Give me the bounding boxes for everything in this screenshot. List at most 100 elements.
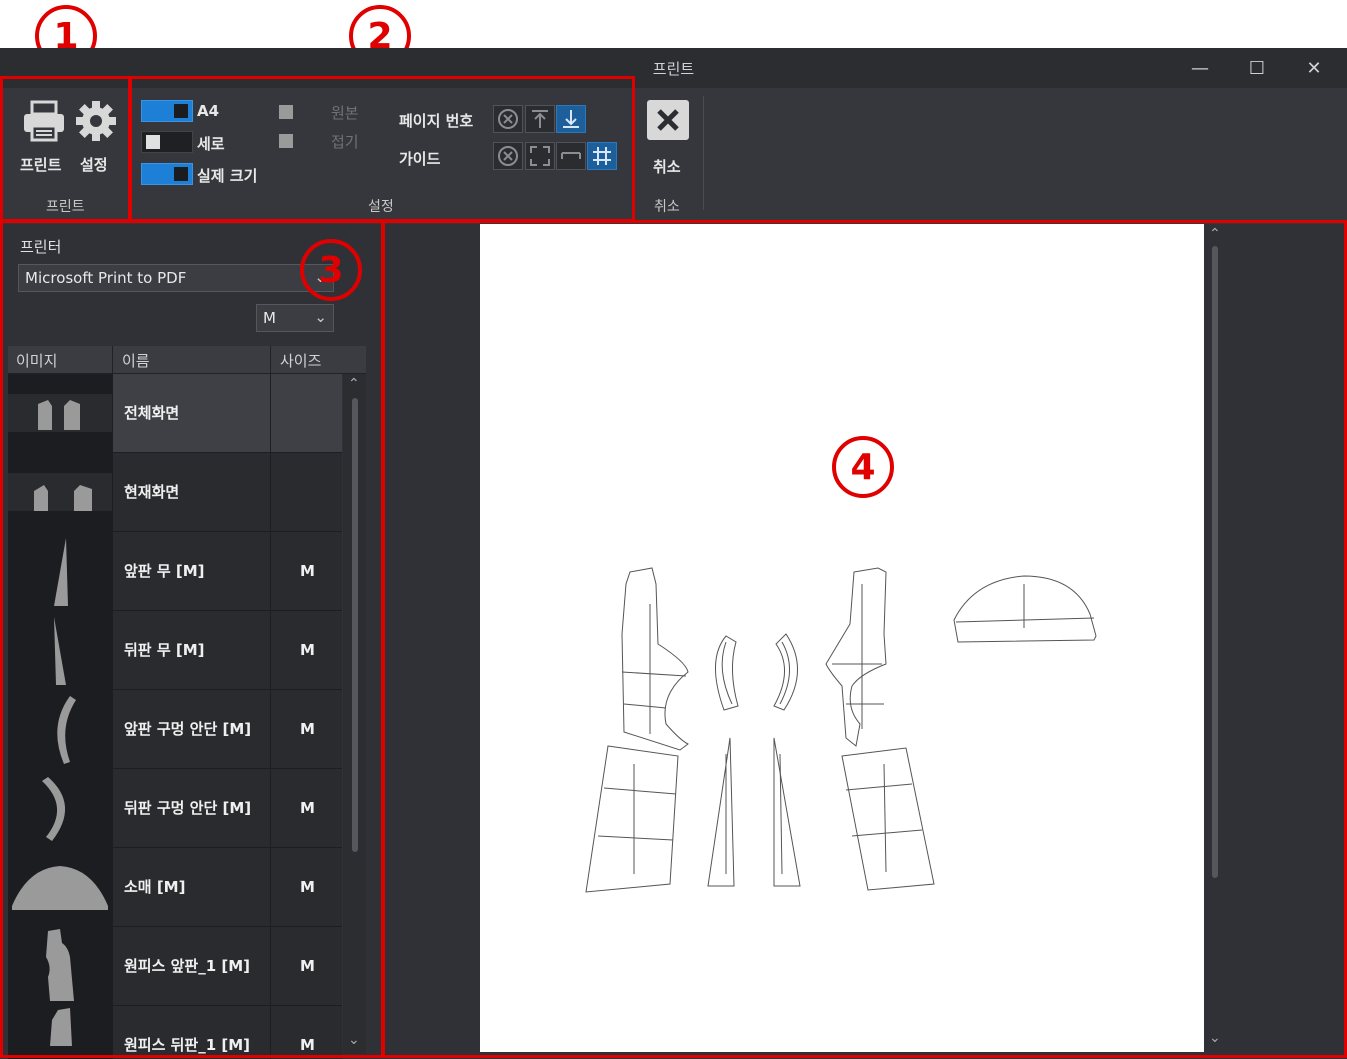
print-window: 프린트 — ☐ ✕ 프린트 설정 프린트 A4 세로 실제 크기 원본 접기 페… xyxy=(0,48,1347,1059)
row-name: 소매 [M] xyxy=(124,878,186,896)
guide-line-button[interactable] xyxy=(556,142,586,170)
guide-label: 가이드 xyxy=(399,150,441,168)
print-button[interactable]: 프린트 xyxy=(18,98,70,174)
guide-corners-button[interactable] xyxy=(525,142,555,170)
print-label: 프린트 xyxy=(20,156,62,174)
preview-page xyxy=(480,224,1204,1052)
row-size: M xyxy=(300,641,315,659)
callout-3: 3 xyxy=(300,239,362,301)
list-scrollbar[interactable]: ⌃ ⌄ xyxy=(343,374,366,1054)
corner-marks-icon xyxy=(530,146,550,166)
row-name: 원피스 뒤판_1 [M] xyxy=(124,1036,251,1054)
fold-checkbox[interactable] xyxy=(279,134,293,148)
print-group-label: 프린트 xyxy=(46,199,85,215)
circle-x-icon xyxy=(498,146,518,166)
cancel-group-label: 취소 xyxy=(654,199,680,215)
original-checkbox[interactable] xyxy=(279,105,293,119)
thumbnail-current-screen xyxy=(8,453,112,531)
grid-icon xyxy=(593,147,611,165)
thumbnail-dress-back xyxy=(8,1006,112,1059)
column-size[interactable]: 사이즈 xyxy=(280,350,321,371)
row-name: 앞판 구멍 안단 [M] xyxy=(124,720,252,738)
settings-group-label: 설정 xyxy=(368,199,394,215)
size-select-value: M xyxy=(263,309,276,327)
cancel-label: 취소 xyxy=(653,158,681,176)
original-label: 원본 xyxy=(331,104,359,122)
gear-icon xyxy=(76,101,116,141)
row-size: M xyxy=(300,957,315,975)
window-title: 프린트 xyxy=(652,60,695,78)
minimize-button[interactable]: — xyxy=(1180,54,1220,82)
table-row[interactable]: 앞판 무 [M] M xyxy=(8,532,342,611)
row-name: 뒤판 무 [M] xyxy=(124,641,205,659)
table-row[interactable]: 뒤판 무 [M] M xyxy=(8,611,342,690)
page-number-bottom-button[interactable] xyxy=(556,105,586,133)
row-name: 원피스 앞판_1 [M] xyxy=(124,957,251,975)
callout-4: 4 xyxy=(832,436,894,498)
list-scroll-thumb[interactable] xyxy=(352,398,358,852)
row-name: 앞판 무 [M] xyxy=(124,562,205,580)
table-row[interactable]: 전체화면 xyxy=(8,374,342,453)
table-row[interactable]: 뒤판 구멍 안단 [M] M xyxy=(8,769,342,848)
page-number-label: 페이지 번호 xyxy=(399,112,474,130)
thumbnail-dress-front xyxy=(8,927,112,1005)
portrait-label: 세로 xyxy=(197,135,225,153)
settings-button[interactable]: 설정 xyxy=(74,98,122,174)
table-row[interactable]: 원피스 뒤판_1 [M] M xyxy=(8,1006,342,1059)
table-row[interactable]: 소매 [M] M xyxy=(8,848,342,927)
thumbnail-back-gusset xyxy=(8,611,112,689)
row-size: M xyxy=(300,1036,315,1054)
ribbon-divider xyxy=(703,96,704,210)
settings-label: 설정 xyxy=(80,156,108,174)
table-row[interactable]: 원피스 앞판_1 [M] M xyxy=(8,927,342,1006)
preview-scroll-thumb[interactable] xyxy=(1212,246,1218,878)
thumbnail-front-armhole-facing xyxy=(8,690,112,768)
row-size: M xyxy=(300,878,315,896)
row-name: 전체화면 xyxy=(124,404,180,422)
row-size: M xyxy=(300,799,315,817)
close-x-icon xyxy=(647,100,689,140)
guide-grid-button[interactable] xyxy=(587,142,617,170)
title-bar: 프린트 — ☐ ✕ xyxy=(0,48,1347,88)
chevron-down-icon[interactable]: ⌄ xyxy=(348,1032,360,1048)
maximize-button[interactable]: ☐ xyxy=(1237,54,1277,82)
thumbnail-back-armhole-facing xyxy=(8,769,112,847)
printer-icon xyxy=(24,100,64,142)
row-name: 뒤판 구멍 안단 [M] xyxy=(124,799,252,817)
actual-size-label: 실제 크기 xyxy=(197,167,258,185)
a4-toggle[interactable] xyxy=(141,100,193,122)
table-row[interactable]: 현재화면 xyxy=(8,453,342,532)
column-image[interactable]: 이미지 xyxy=(16,350,57,371)
actual-size-toggle[interactable] xyxy=(141,163,193,185)
print-list-panel: 프린터 Microsoft Print to PDF ⌄ M ⌄ 이미지 이름 … xyxy=(0,224,383,1059)
chevron-down-icon: ⌄ xyxy=(314,308,327,326)
ruler-line-icon xyxy=(561,152,581,159)
chevron-down-icon[interactable]: ⌄ xyxy=(1209,1030,1221,1046)
printer-label: 프린터 xyxy=(20,238,62,256)
table-row[interactable]: 앞판 구멍 안단 [M] M xyxy=(8,690,342,769)
table-body: 전체화면 현재화면 앞판 무 [M] M 뒤판 무 [M] M 앞판 구멍 안단… xyxy=(0,374,383,1059)
row-size: M xyxy=(300,562,315,580)
printer-select[interactable]: Microsoft Print to PDF ⌄ xyxy=(18,264,334,292)
print-preview-area: ⌃ ⌄ xyxy=(383,224,1347,1059)
guide-none-button[interactable] xyxy=(493,142,523,170)
size-select[interactable]: M ⌄ xyxy=(256,304,334,332)
page-number-top-button[interactable] xyxy=(525,105,555,133)
page-number-none-button[interactable] xyxy=(493,105,523,133)
thumbnail-sleeve xyxy=(8,848,112,926)
preview-scrollbar[interactable]: ⌃ ⌄ xyxy=(1204,224,1226,1052)
cancel-button[interactable]: 취소 xyxy=(646,100,692,176)
row-size: M xyxy=(300,720,315,738)
align-top-icon xyxy=(532,110,548,128)
printer-select-value: Microsoft Print to PDF xyxy=(25,269,187,287)
ribbon: 프린트 설정 프린트 A4 세로 실제 크기 원본 접기 페이지 번호 가이드 … xyxy=(0,88,1347,224)
pattern-pieces-preview xyxy=(585,567,1097,893)
close-window-button[interactable]: ✕ xyxy=(1294,54,1334,82)
portrait-toggle[interactable] xyxy=(141,131,193,153)
chevron-up-icon[interactable]: ⌃ xyxy=(1209,226,1221,242)
circle-x-icon xyxy=(498,109,518,129)
column-name[interactable]: 이름 xyxy=(122,350,150,371)
chevron-up-icon[interactable]: ⌃ xyxy=(348,376,360,392)
row-name: 현재화면 xyxy=(124,483,180,501)
thumbnail-front-gusset xyxy=(8,532,112,610)
